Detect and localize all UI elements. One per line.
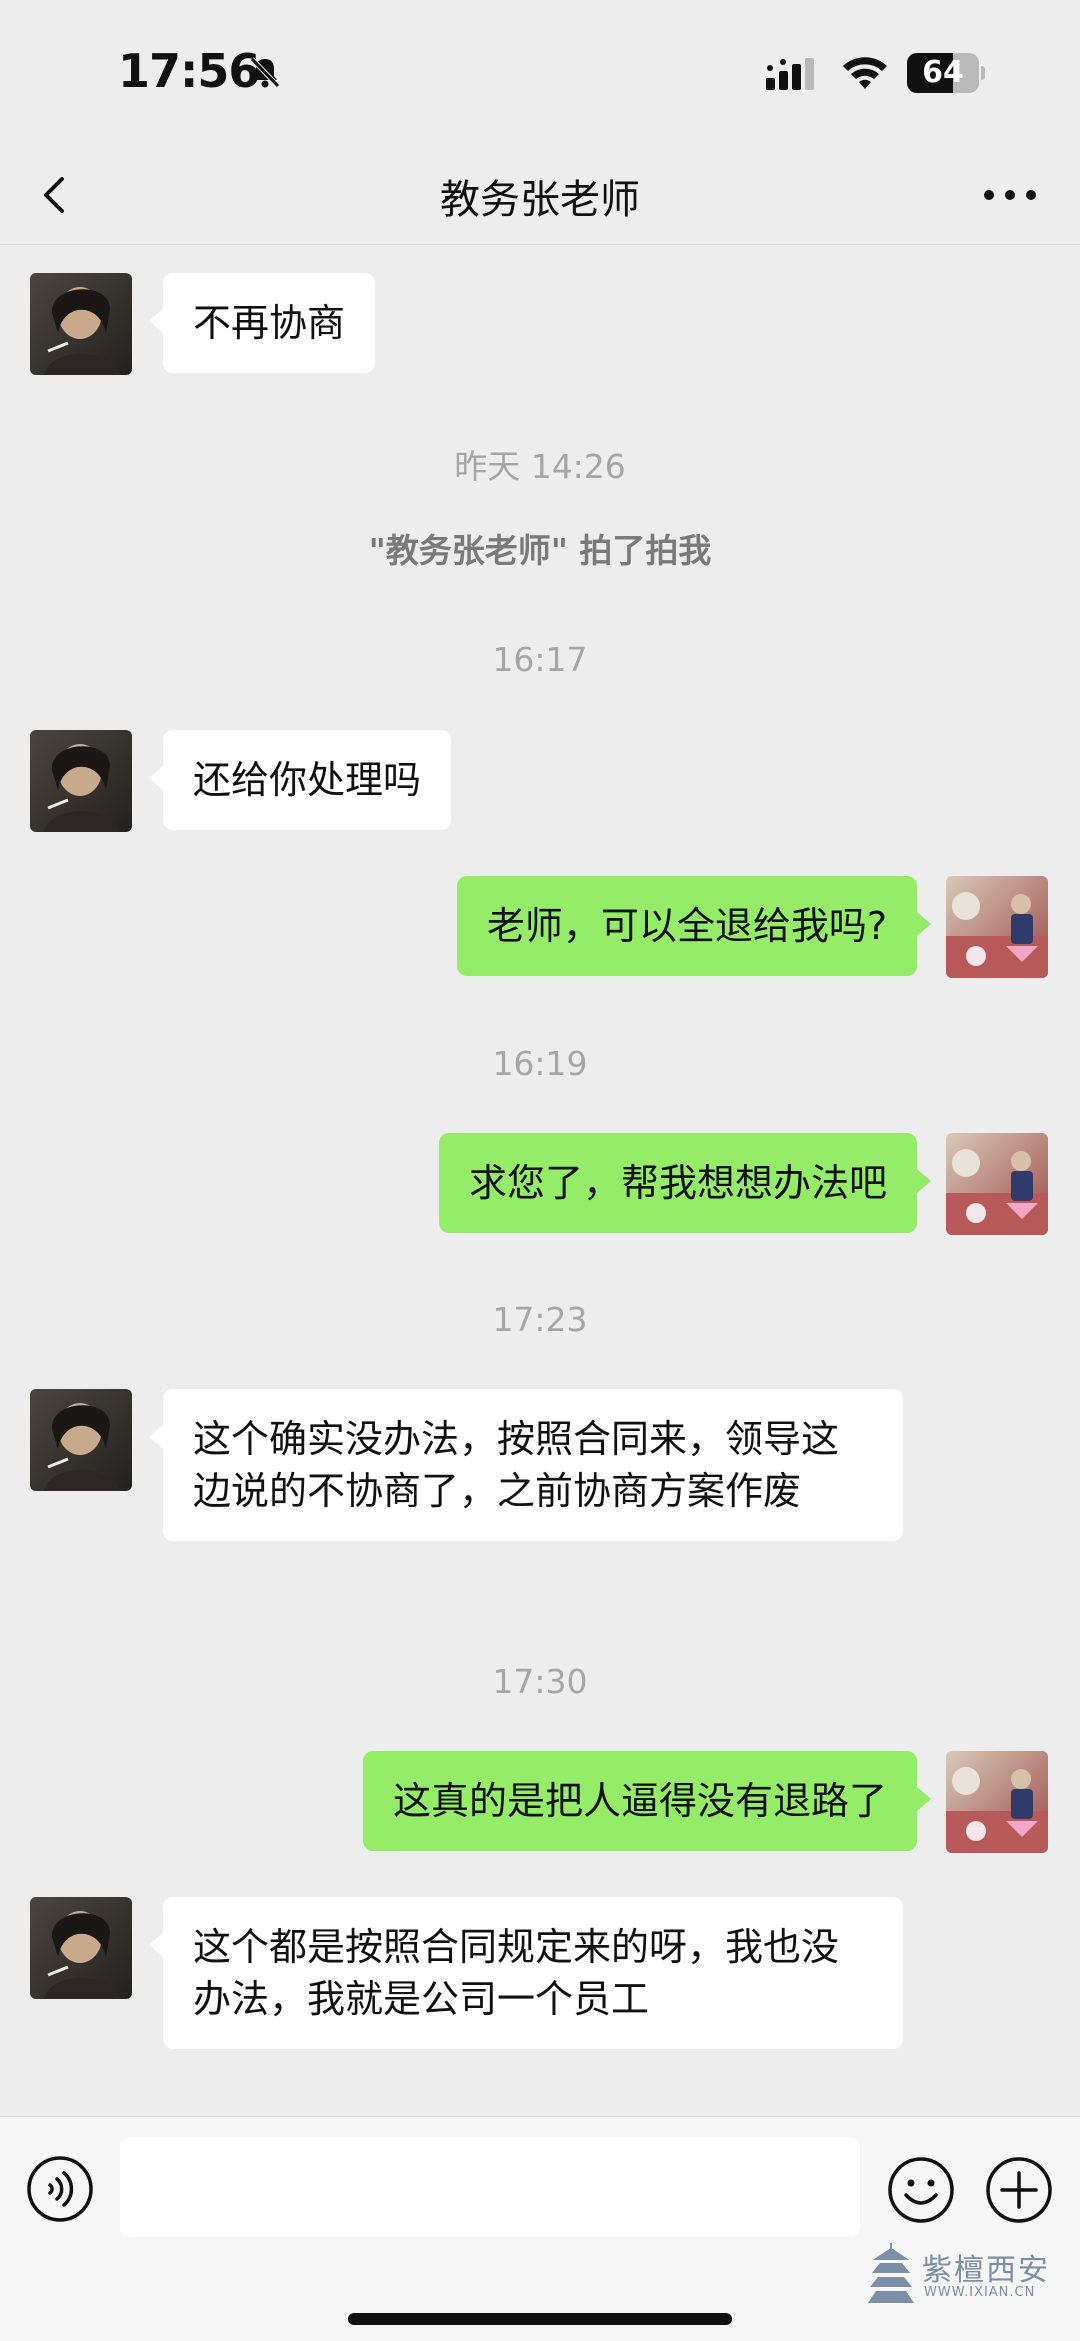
more-dots-icon: [984, 190, 1036, 200]
bell-muted-icon: [250, 57, 280, 88]
message-bubble-incoming[interactable]: 不再协商: [148, 273, 376, 373]
more-functions-button[interactable]: [984, 2155, 1054, 2225]
watermark-url: WWW.IXIAN.CN: [924, 2285, 1036, 2300]
watermark-text: 紫檀西安: [922, 2253, 1050, 2288]
more-button[interactable]: [975, 167, 1045, 223]
message-bubble-outgoing[interactable]: 这真的是把人逼得没有退路了: [362, 1751, 932, 1851]
message-input[interactable]: [120, 2137, 860, 2237]
message-bubble-incoming[interactable]: 还给你处理吗: [148, 730, 452, 830]
message-list[interactable]: 不再协商 昨天 14:26 "教务张老师" 拍了拍我 16:17 还给你处理吗 …: [0, 246, 1080, 2116]
cellular-signal-icon: [766, 58, 814, 90]
input-bar: 紫檀西安 WWW.IXIAN.CN: [0, 2116, 1080, 2341]
plus-icon: [986, 2157, 1052, 2223]
home-indicator[interactable]: [348, 2313, 732, 2325]
emoji-button[interactable]: [886, 2155, 956, 2225]
message-bubble-outgoing[interactable]: 老师，可以全退给我吗?: [456, 876, 932, 976]
back-button[interactable]: [30, 161, 90, 229]
battery-indicator: 64: [907, 53, 985, 93]
my-avatar[interactable]: [946, 1133, 1048, 1235]
timestamp: 17:23: [492, 1300, 588, 1339]
voice-icon: [27, 2156, 93, 2222]
wifi-icon: [843, 57, 887, 89]
battery-percent: 64: [922, 55, 964, 90]
message-bubble-incoming[interactable]: 这个都是按照合同规定来的呀，我也没办法，我就是公司一个员工: [149, 1897, 903, 2049]
timestamp: 16:19: [492, 1044, 588, 1083]
pagoda-logo-icon: [868, 2243, 914, 2303]
contact-avatar[interactable]: [30, 1897, 132, 1999]
timestamp: 16:17: [492, 640, 588, 679]
timestamp: 17:30: [492, 1662, 588, 1701]
chevron-left-icon: [44, 177, 64, 213]
message-bubble-incoming[interactable]: 这个确实没办法，按照合同来，领导这边说的不协商了，之前协商方案作废: [149, 1389, 903, 1541]
timestamp: 昨天 14:26: [454, 447, 626, 486]
emoji-icon: [888, 2157, 954, 2223]
watermark: 紫檀西安 WWW.IXIAN.CN: [862, 2239, 1062, 2309]
contact-avatar[interactable]: [30, 273, 132, 375]
chat-title: 教务张老师: [440, 177, 640, 223]
status-bar: 17:56 64: [0, 0, 1080, 145]
contact-avatar[interactable]: [30, 730, 132, 832]
status-time: 17:56: [118, 44, 260, 98]
my-avatar[interactable]: [946, 876, 1048, 978]
voice-button[interactable]: [26, 2155, 94, 2223]
chat-header: 教务张老师: [0, 145, 1080, 245]
contact-avatar[interactable]: [30, 1389, 132, 1491]
my-avatar[interactable]: [946, 1751, 1048, 1853]
message-bubble-outgoing[interactable]: 求您了，帮我想想办法吧: [438, 1133, 932, 1233]
pat-system-message: "教务张老师" 拍了拍我: [368, 531, 712, 570]
